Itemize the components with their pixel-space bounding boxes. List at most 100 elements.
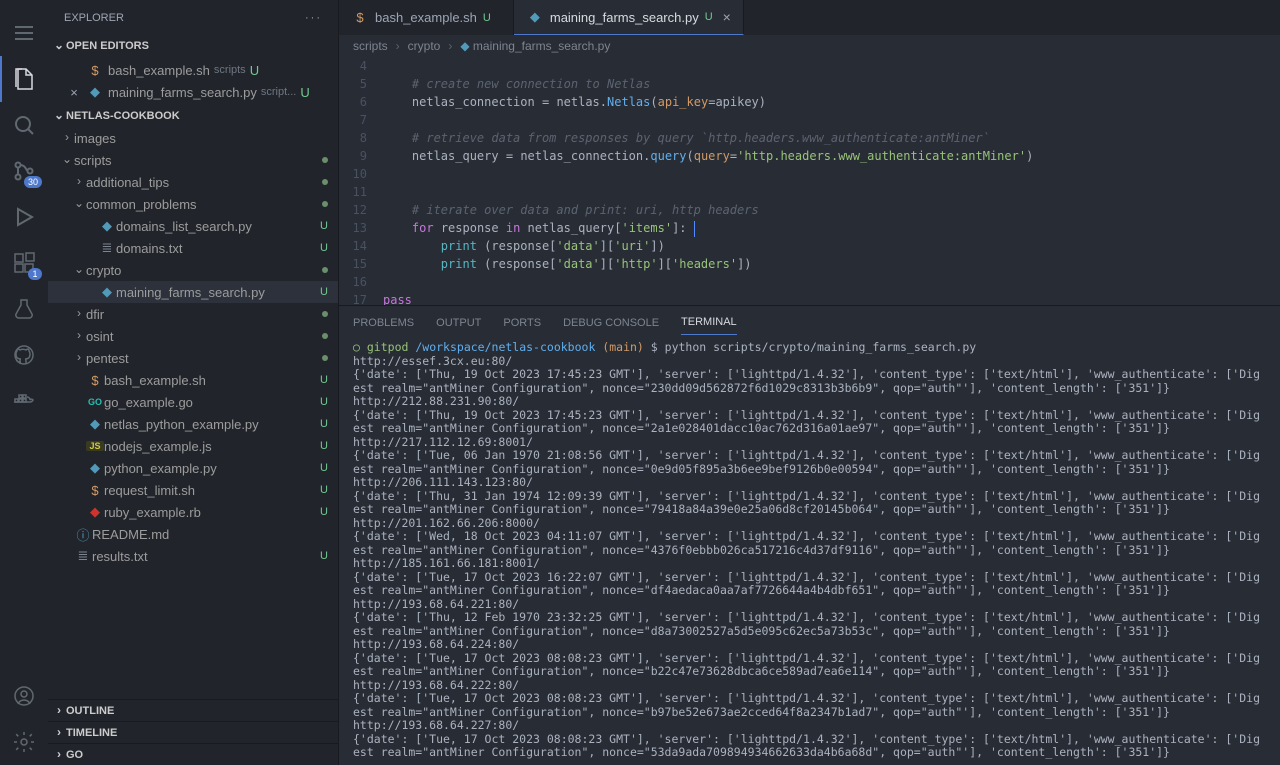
file-item[interactable]: ≣results.txtU (48, 545, 338, 567)
file-item[interactable]: ◆ruby_example.rbU (48, 501, 338, 523)
menu-icon[interactable] (0, 10, 48, 56)
panel-tab-terminal[interactable]: TERMINAL (681, 310, 737, 335)
chevron-icon (60, 130, 74, 144)
file-item[interactable]: ◆domains_list_search.pyU (48, 215, 338, 237)
breadcrumb-segment[interactable]: scripts (353, 39, 388, 53)
docker-icon[interactable] (0, 378, 48, 424)
breadcrumb[interactable]: scripts›crypto›◆ maining_farms_search.py (339, 35, 1280, 57)
file-icon: $ (86, 373, 104, 388)
file-icon: GO (86, 397, 104, 407)
search-icon[interactable] (0, 102, 48, 148)
go-header[interactable]: GO (48, 743, 338, 765)
code-line[interactable] (383, 273, 1280, 291)
panel-tab-output[interactable]: OUTPUT (436, 311, 481, 335)
explorer-icon[interactable] (0, 56, 48, 102)
panel-tab-problems[interactable]: PROBLEMS (353, 311, 414, 335)
file-icon: ◆ (526, 9, 544, 25)
scm-badge: 30 (24, 176, 42, 188)
git-status: U (300, 85, 309, 100)
open-editors-header[interactable]: OPEN EDITORS (48, 35, 338, 57)
github-icon[interactable] (0, 332, 48, 378)
code-line[interactable]: # iterate over data and print: uri, http… (383, 201, 1280, 219)
explorer-title: EXPLORER (64, 12, 124, 24)
panel-tab-debug-console[interactable]: DEBUG CONSOLE (563, 311, 659, 335)
code-line[interactable] (383, 183, 1280, 201)
git-status-dot (322, 176, 328, 188)
code-line[interactable]: print (response['data']['http']['headers… (383, 255, 1280, 273)
explorer-menu-icon[interactable]: ··· (305, 12, 322, 24)
panel-tab-ports[interactable]: PORTS (503, 311, 541, 335)
open-editor-item[interactable]: $bash_example.sh scriptsU (48, 59, 338, 81)
file-icon: ◆ (86, 460, 104, 476)
code-line[interactable]: for response in netlas_query['items']: (383, 219, 1280, 237)
code-line[interactable]: print (response['data']['uri']) (383, 237, 1280, 255)
folder-item[interactable]: scripts (48, 149, 338, 171)
bottom-panel: PROBLEMS OUTPUT PORTS DEBUG CONSOLE TERMINAL… (339, 305, 1280, 765)
chevron-icon (72, 350, 86, 364)
account-icon[interactable] (0, 673, 48, 719)
code-line[interactable] (383, 165, 1280, 183)
folder-item[interactable]: crypto (48, 259, 338, 281)
git-status: U (320, 374, 328, 386)
git-status: U (320, 220, 328, 232)
file-item[interactable]: ◆maining_farms_search.pyU (48, 281, 338, 303)
testing-icon[interactable] (0, 286, 48, 332)
folder-item[interactable]: common_problems (48, 193, 338, 215)
sidebar: EXPLORER ··· OPEN EDITORS $bash_example.… (48, 0, 339, 765)
git-status-dot (322, 154, 328, 166)
folder-item[interactable]: images (48, 127, 338, 149)
git-status: U (320, 286, 328, 298)
source-control-icon[interactable]: 30 (0, 148, 48, 194)
open-editor-item[interactable]: ×◆maining_farms_search.py script...U (48, 81, 338, 103)
debug-icon[interactable] (0, 194, 48, 240)
breadcrumb-segment[interactable]: crypto (408, 39, 441, 53)
settings-icon[interactable] (0, 719, 48, 765)
folder-item[interactable]: dfir (48, 303, 338, 325)
chevron-icon (72, 328, 86, 342)
chevron-icon (72, 262, 86, 276)
code-line[interactable] (383, 111, 1280, 129)
git-status-dot (322, 264, 328, 276)
file-item[interactable]: ⓘREADME.md (48, 523, 338, 545)
breadcrumb-segment[interactable]: ◆ maining_farms_search.py (460, 39, 610, 53)
folder-item[interactable]: pentest (48, 347, 338, 369)
file-icon: ≣ (74, 548, 92, 564)
file-icon: $ (86, 483, 104, 498)
file-item[interactable]: GOgo_example.goU (48, 391, 338, 413)
workspace-header[interactable]: NETLAS-COOKBOOK (48, 105, 338, 127)
close-icon[interactable]: × (66, 85, 82, 100)
git-status: U (320, 550, 328, 562)
file-item[interactable]: JSnodejs_example.jsU (48, 435, 338, 457)
file-item[interactable]: ≣domains.txtU (48, 237, 338, 259)
code-line[interactable]: # retrieve data from responses by query … (383, 129, 1280, 147)
code-line[interactable]: netlas_connection = netlas.Netlas(api_ke… (383, 93, 1280, 111)
file-icon: ◆ (86, 84, 104, 100)
close-icon[interactable]: × (723, 9, 731, 25)
git-status: U (250, 63, 259, 78)
file-item[interactable]: ◆python_example.pyU (48, 457, 338, 479)
file-item[interactable]: $bash_example.shU (48, 369, 338, 391)
outline-header[interactable]: OUTLINE (48, 699, 338, 721)
chevron-icon (72, 174, 86, 188)
file-icon: $ (351, 10, 369, 25)
timeline-header[interactable]: TIMELINE (48, 721, 338, 743)
folder-item[interactable]: additional_tips (48, 171, 338, 193)
git-status: U (320, 396, 328, 408)
editor-tab[interactable]: $bash_example.shU (339, 0, 514, 35)
code-line[interactable] (383, 57, 1280, 75)
file-item[interactable]: $request_limit.shU (48, 479, 338, 501)
editor[interactable]: 4567891011121314151617 # create new conn… (339, 57, 1280, 305)
git-status: U (320, 440, 328, 452)
file-item[interactable]: ◆netlas_python_example.pyU (48, 413, 338, 435)
main: $bash_example.shU◆maining_farms_search.p… (339, 0, 1280, 765)
extensions-icon[interactable]: 1 (0, 240, 48, 286)
file-icon: ◆ (86, 416, 104, 432)
code-line[interactable]: # create new connection to Netlas (383, 75, 1280, 93)
file-icon: ⓘ (74, 525, 92, 544)
code-line[interactable]: netlas_query = netlas_connection.query(q… (383, 147, 1280, 165)
code-line[interactable]: pass (383, 291, 1280, 305)
editor-tab[interactable]: ◆maining_farms_search.pyU× (514, 0, 744, 35)
folder-item[interactable]: osint (48, 325, 338, 347)
terminal[interactable]: ○ gitpod /workspace/netlas-cookbook (mai… (339, 339, 1280, 765)
chevron-icon (60, 152, 74, 166)
